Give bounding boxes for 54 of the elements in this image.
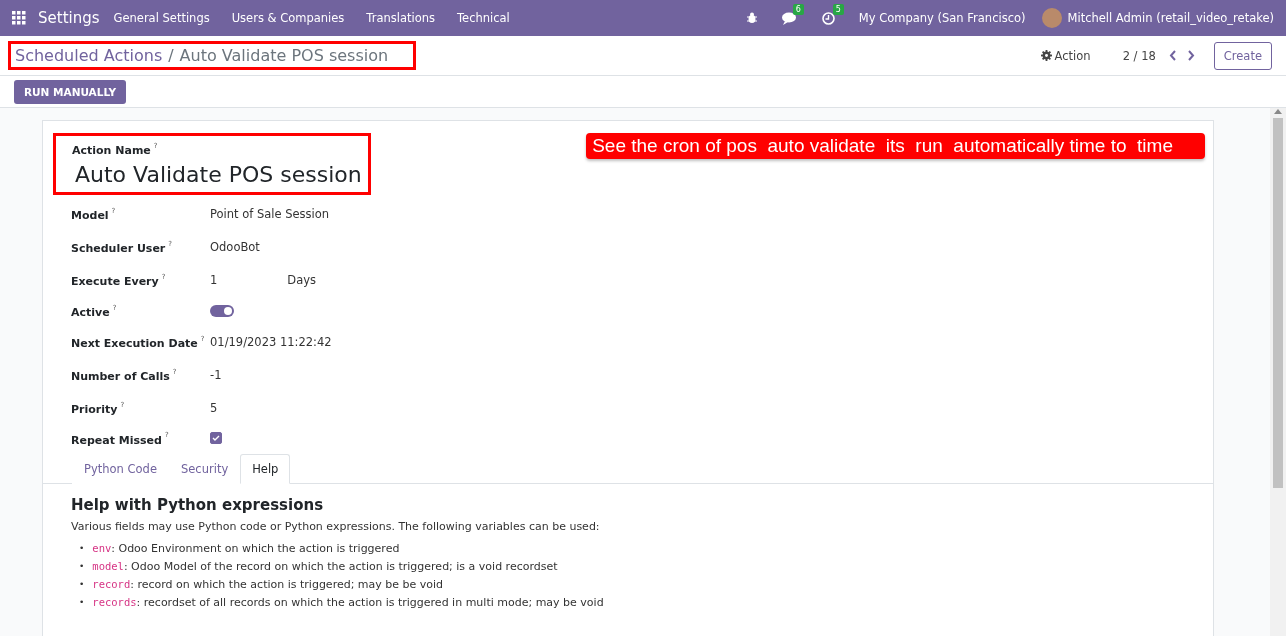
app-title[interactable]: Settings xyxy=(38,9,100,27)
checkbox[interactable] xyxy=(210,432,222,444)
field-value[interactable]: OdooBot xyxy=(210,239,260,254)
toggle-switch[interactable] xyxy=(210,304,234,317)
field-label: Scheduler User xyxy=(71,242,166,255)
field-label: Execute Every xyxy=(71,275,159,288)
list-bullet: • xyxy=(79,597,85,607)
clock-icon[interactable] xyxy=(821,11,835,25)
annotation-callout: See the cron of pos auto validate its run automatically time to time xyxy=(586,133,1205,159)
field-label: Active xyxy=(71,306,110,319)
pager-value[interactable]: 2 / 18 xyxy=(1122,48,1156,63)
help-list-item: env: Odoo Environment on which the action is triggered xyxy=(92,540,400,557)
field-label: Action Name xyxy=(72,144,151,157)
help-list-item: records: recordset of all records on which the action is triggered in multi mode; may be void xyxy=(92,594,604,611)
company-switcher[interactable]: My Company (San Francisco) xyxy=(858,11,1026,25)
help-list-item: record: record on which the action is triggered; may be be void xyxy=(92,576,444,593)
action-menu-button[interactable]: Action xyxy=(1034,47,1097,64)
breadcrumb-separator: / xyxy=(168,46,174,65)
list-bullet: • xyxy=(79,561,85,571)
activity-count: 5 xyxy=(832,3,844,15)
user-menu[interactable]: Mitchell Admin (retail_video_retake) xyxy=(1067,11,1274,25)
tab[interactable]: Help xyxy=(240,454,291,484)
field-value[interactable]: Point of Sale Session xyxy=(210,206,330,221)
field-value[interactable]: -1 xyxy=(210,367,222,382)
menu-item[interactable]: Users & Companies xyxy=(231,11,345,25)
scrollbar[interactable] xyxy=(1270,108,1286,636)
list-bullet: • xyxy=(79,579,85,589)
field-label: Priority xyxy=(71,403,118,416)
field-label: Number of Calls xyxy=(71,370,170,383)
bug-icon[interactable] xyxy=(745,12,758,24)
gear-icon xyxy=(1040,50,1052,61)
menu-item[interactable]: General Settings xyxy=(113,11,210,25)
field-label: Model xyxy=(71,209,109,222)
menu-item[interactable]: Technical xyxy=(457,11,510,25)
field-label: Next Execution Date xyxy=(71,337,198,350)
field-value[interactable]: 01/19/2023 11:22:42 xyxy=(210,334,332,349)
chat-icon[interactable] xyxy=(781,11,798,25)
breadcrumb-link[interactable]: Scheduled Actions xyxy=(15,46,163,65)
message-count: 6 xyxy=(792,3,804,15)
scroll-up-icon[interactable] xyxy=(1274,108,1282,114)
help-list-item: model: Odoo Model of the record on which the action is triggered; is a void recordset xyxy=(92,558,558,575)
field-label: Repeat Missed xyxy=(71,433,162,447)
help-heading: Help with Python expressions xyxy=(71,496,325,514)
menu-item[interactable]: Translations xyxy=(366,11,435,25)
help-paragraph: Various fields may use Python code or Python expressions. The following variables can be used: xyxy=(71,520,601,533)
field-value[interactable]: Days xyxy=(287,272,317,287)
field-value[interactable]: 5 xyxy=(210,400,218,415)
list-bullet: • xyxy=(79,543,85,553)
action-name-field[interactable]: Auto Validate POS session xyxy=(72,162,362,187)
apps-menu-icon[interactable] xyxy=(12,11,26,25)
field-value[interactable]: 1 xyxy=(210,272,218,287)
create-button[interactable]: Create xyxy=(1213,41,1272,70)
run-manually-button[interactable]: RUN MANUALLY xyxy=(14,79,127,104)
record-title: Auto Validate POS session xyxy=(179,46,389,65)
